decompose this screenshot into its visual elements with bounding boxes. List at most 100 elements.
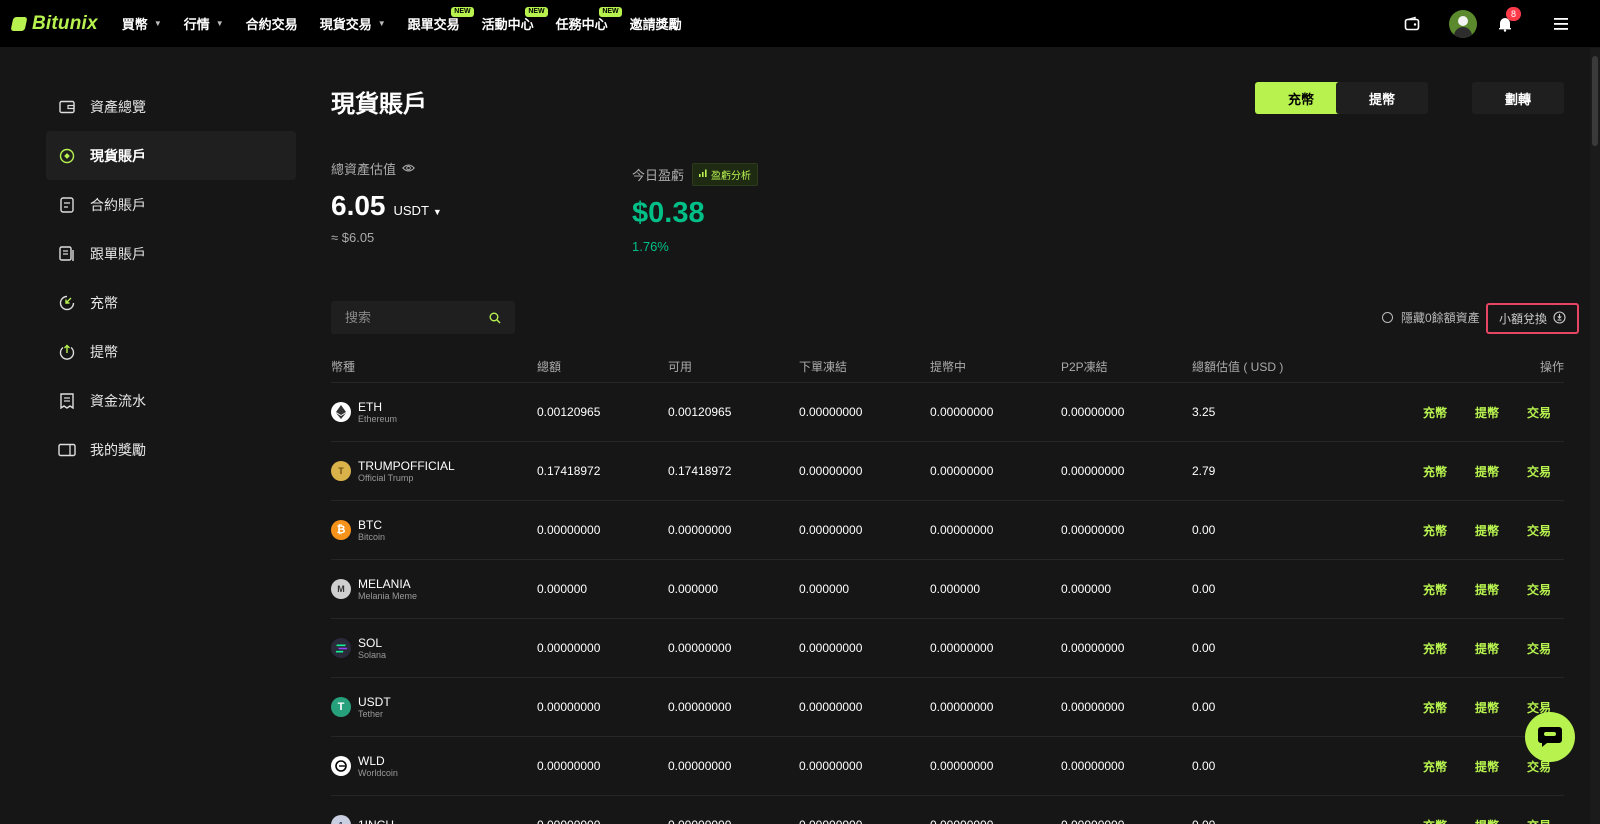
eye-icon[interactable] [402, 161, 415, 176]
withdrawing-cell: 0.00000000 [930, 818, 1061, 824]
usd-value-cell: 0.00 [1192, 759, 1216, 773]
row-withdraw-link[interactable]: 提幣 [1475, 699, 1499, 716]
nav-item-label: 現貨交易 [319, 17, 372, 32]
row-deposit-link[interactable]: 充幣 [1423, 522, 1447, 539]
nav-item-5[interactable]: 活動中心 NEW [482, 0, 548, 47]
actions-cell: 充幣 提幣 交易 [1352, 581, 1564, 598]
1inch-icon: 1 [331, 815, 351, 824]
sidebar-item-3[interactable]: 跟單賬戶 [46, 229, 296, 278]
sidebar-item-label: 提幣 [90, 343, 118, 360]
order-frozen-cell: 0.00000000 [799, 641, 863, 655]
row-withdraw-link[interactable]: 提幣 [1475, 463, 1499, 480]
search-box [331, 301, 515, 334]
actions-cell: 充幣提幣交易 [1352, 758, 1564, 775]
caret-down-icon: ▼ [215, 19, 224, 28]
avatar[interactable] [1449, 10, 1477, 38]
row-trade-link[interactable]: 交易 [1527, 817, 1551, 824]
row-withdraw-link[interactable]: 提幣 [1475, 640, 1499, 657]
row-withdraw-link[interactable]: 提幣 [1475, 581, 1499, 598]
nav-item-1[interactable]: 行情 ▼ [184, 0, 224, 47]
row-deposit-link[interactable]: 充幣 [1423, 699, 1447, 716]
deposit-icon [58, 294, 76, 312]
sidebar-item-5[interactable]: 提幣 [46, 327, 296, 376]
row-deposit-link[interactable]: 充幣 [1423, 640, 1447, 657]
search-icon[interactable] [489, 311, 501, 329]
p2p-frozen-cell: 0.00000000 [1061, 700, 1125, 714]
caret-down-icon[interactable]: ▼ [433, 207, 442, 217]
row-trade-link[interactable]: 交易 [1527, 404, 1551, 421]
nav-item-4[interactable]: 跟單交易 NEW [408, 0, 474, 47]
order-frozen-cell: 0.00000000 [799, 700, 863, 714]
row-withdraw-link[interactable]: 提幣 [1475, 758, 1499, 775]
total-cell: 0.00120965 [537, 405, 601, 419]
row-deposit-link[interactable]: 充幣 [1423, 817, 1447, 824]
coin-name: Bitcoin [358, 531, 386, 542]
new-badge: NEW [599, 7, 622, 17]
sidebar-item-label: 現貨賬戶 [90, 147, 146, 164]
sidebar-item-6[interactable]: 資金流水 [46, 376, 296, 425]
currency-selector[interactable]: USDT [394, 203, 429, 218]
total-cell: 0.00000000 [537, 700, 601, 714]
withdrawing-cell: 0.000000 [930, 582, 981, 596]
sidebar-item-7[interactable]: 我的獎勵 [46, 425, 296, 474]
row-withdraw-link[interactable]: 提幣 [1475, 817, 1499, 824]
header-available: 可用 [668, 359, 693, 374]
new-badge: NEW [451, 7, 474, 17]
available-cell: 0.00000000 [668, 641, 732, 655]
caret-down-icon: ▼ [153, 19, 162, 28]
row-deposit-link[interactable]: 充幣 [1423, 581, 1447, 598]
asset-table: 幣種 總額 可用 下單凍結 提幣中 P2P凍結 總額估值 ( USD ) 操作 … [331, 350, 1564, 824]
rewards-icon [58, 441, 76, 459]
nav-item-6[interactable]: 任務中心 NEW [556, 0, 622, 47]
transfer-button[interactable]: 劃轉 [1472, 82, 1564, 114]
coin-name: Worldcoin [358, 767, 398, 778]
p2p-frozen-cell: 0.00000000 [1061, 405, 1125, 419]
scrollbar-thumb[interactable] [1592, 56, 1598, 146]
wallet-icon[interactable] [1400, 12, 1424, 36]
hide-zero-balance-toggle[interactable]: 隱藏0餘額資產 [1382, 309, 1480, 326]
avatar-head [1458, 16, 1468, 26]
row-withdraw-link[interactable]: 提幣 [1475, 522, 1499, 539]
chat-support-button[interactable] [1525, 712, 1575, 762]
row-deposit-link[interactable]: 充幣 [1423, 404, 1447, 421]
header-actions: 操作 [1539, 359, 1564, 374]
radio-button[interactable] [1382, 312, 1393, 323]
sidebar-item-2[interactable]: 合約賬戶 [46, 180, 296, 229]
header-coin: 幣種 [331, 359, 356, 374]
usd-value-cell: 2.79 [1192, 464, 1216, 478]
deposit-button[interactable]: 充幣 [1255, 82, 1347, 114]
nav-item-0[interactable]: 買幣 ▼ [122, 0, 162, 47]
nav-item-2[interactable]: 合約交易 [246, 0, 298, 47]
nav-menu: 買幣 ▼ 行情 ▼ 合約交易 現貨交易 ▼ 跟單交易 NEW 活動中心 NEW 任務中心 NEW 邀請獎勵 [122, 0, 704, 47]
menu-icon[interactable] [1549, 12, 1573, 36]
withdraw-button[interactable]: 提幣 [1336, 82, 1428, 114]
row-trade-link[interactable]: 交易 [1527, 640, 1551, 657]
sidebar-item-4[interactable]: 充幣 [46, 278, 296, 327]
row-trade-link[interactable]: 交易 [1527, 522, 1551, 539]
wallet-icon [58, 98, 76, 116]
avatar-body [1454, 27, 1472, 38]
sidebar-item-label: 跟單賬戶 [90, 245, 146, 262]
nav-item-3[interactable]: 現貨交易 ▼ [320, 0, 386, 47]
row-deposit-link[interactable]: 充幣 [1423, 463, 1447, 480]
sidebar-item-1[interactable]: 現貨賬戶 [46, 131, 296, 180]
total-cell: 0.17418972 [537, 464, 601, 478]
coin-names: SOL Solana [358, 636, 386, 660]
row-trade-link[interactable]: 交易 [1527, 581, 1551, 598]
search-input[interactable] [345, 310, 475, 325]
logo[interactable]: Bitunix [10, 0, 98, 47]
nav-item-7[interactable]: 邀請獎勵 [630, 0, 682, 47]
row-trade-link[interactable]: 交易 [1527, 463, 1551, 480]
table-header: 幣種 總額 可用 下單凍結 提幣中 P2P凍結 總額估值 ( USD ) 操作 [331, 350, 1564, 383]
usd-value-cell: 0.00 [1192, 818, 1352, 824]
total-assets-label-text: 總資產估值 [331, 162, 397, 177]
sidebar-item-0[interactable]: 資產總覽 [46, 82, 296, 131]
small-convert-button[interactable]: 小額兌換 [1486, 303, 1579, 334]
available-cell: 0.00000000 [668, 818, 799, 824]
page-scrollbar[interactable] [1590, 48, 1600, 824]
row-deposit-link[interactable]: 充幣 [1423, 758, 1447, 775]
p2p-frozen-cell: 0.00000000 [1061, 523, 1125, 537]
usdt-icon: T [331, 697, 351, 717]
row-withdraw-link[interactable]: 提幣 [1475, 404, 1499, 421]
pnl-analysis-button[interactable]: 盈虧分析 [692, 163, 759, 186]
